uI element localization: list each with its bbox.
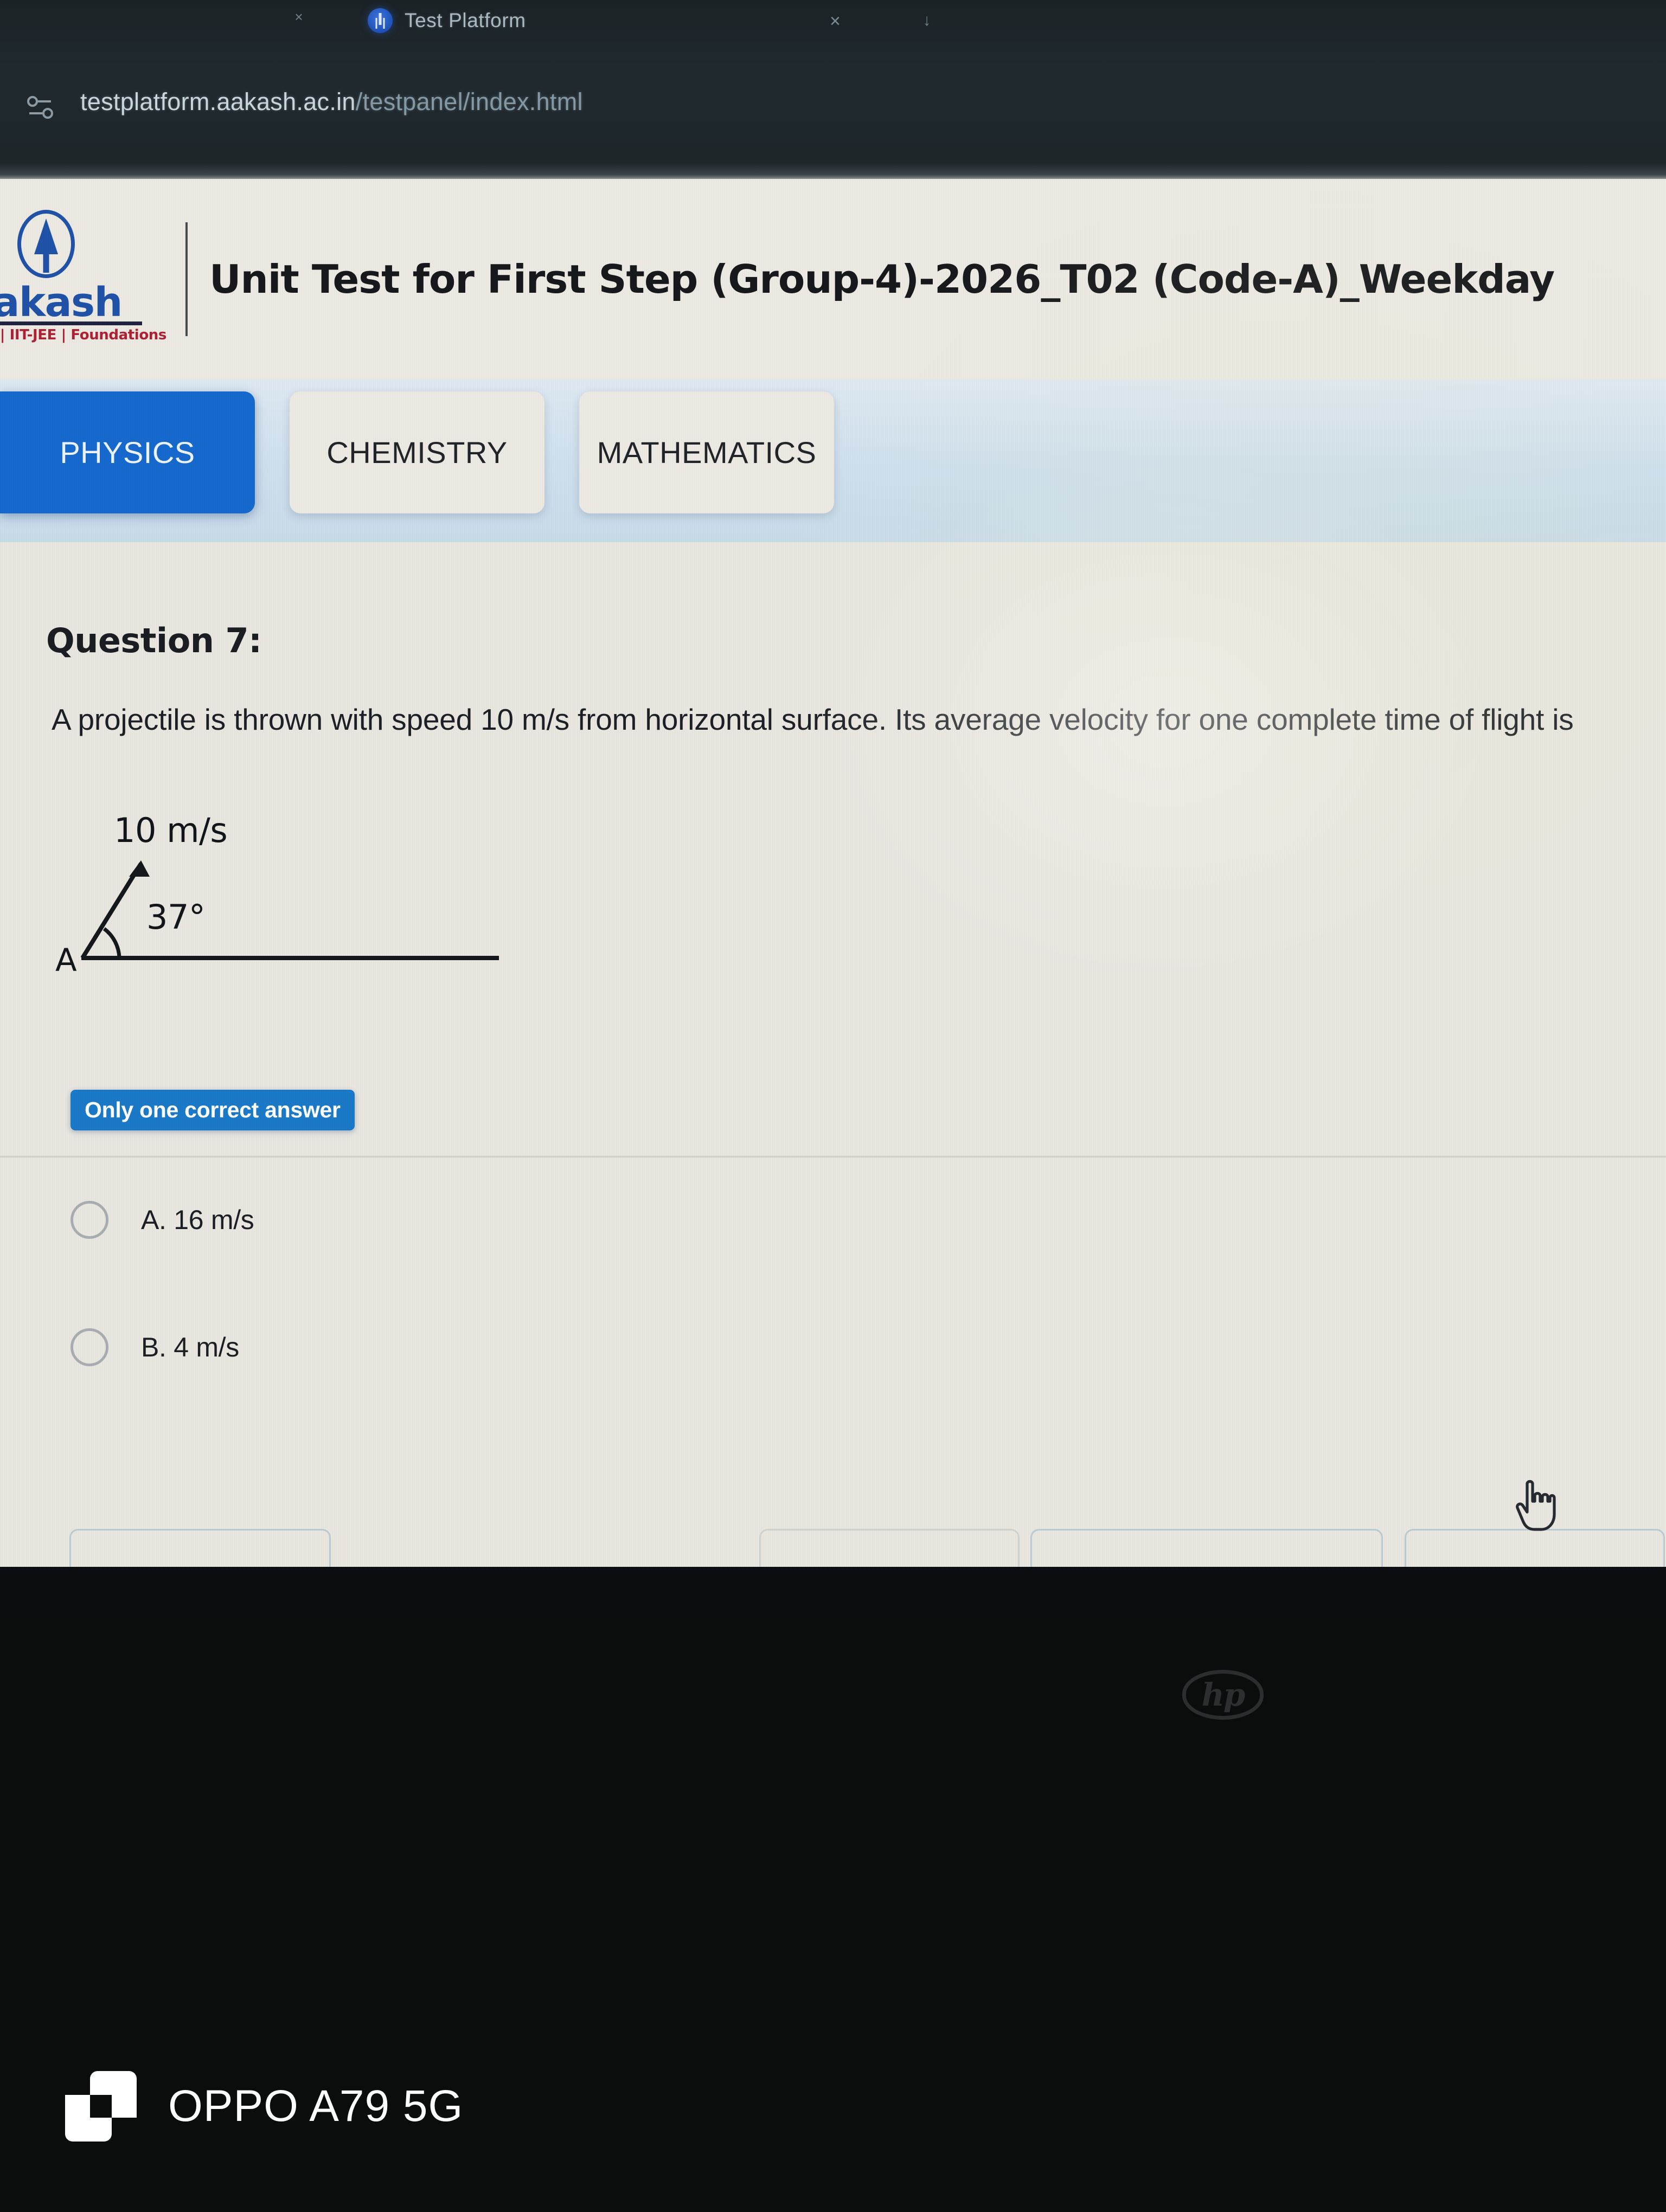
option-a[interactable]: A. 16 m/s bbox=[71, 1201, 254, 1239]
option-a-radio[interactable] bbox=[71, 1201, 108, 1239]
clear-button-label: Clear bbox=[860, 1566, 919, 1567]
aakash-wordmark: aakash bbox=[0, 279, 123, 326]
tab-mathematics[interactable]: MATHEMATICS bbox=[579, 391, 834, 513]
question-area: Question 7: A projectile is thrown with … bbox=[0, 542, 1666, 1507]
oppo-camera-icon bbox=[65, 2071, 137, 2142]
laptop-bezel-area: hp OPPO A79 5G bbox=[0, 1616, 1666, 2212]
url-path: /testpanel/index.html bbox=[355, 88, 583, 115]
option-b-label: B. 4 m/s bbox=[141, 1332, 239, 1362]
browser-chrome: × Test Platform × ← testplatform.aakash.… bbox=[0, 0, 1666, 179]
logo-rule bbox=[0, 321, 142, 325]
phone-photo-of-laptop-screen: × Test Platform × ← testplatform.aakash.… bbox=[0, 0, 1666, 2212]
tab-physics[interactable]: PHYSICS bbox=[0, 391, 255, 513]
mark-for-review-and-next-label: Mark for Review & Next bbox=[1077, 1566, 1337, 1567]
question-text: A projectile is thrown with speed 10 m/s… bbox=[52, 703, 1574, 736]
test-platform-page: aakash call | IIT-JEE | Foundations Unit… bbox=[0, 179, 1666, 1567]
chrome-page-seam bbox=[0, 163, 1666, 179]
browser-address-bar[interactable]: testplatform.aakash.ac.in/testpanel/inde… bbox=[0, 81, 1666, 152]
page-title: Unit Test for First Step (Group-4)-2026_… bbox=[209, 256, 1555, 302]
option-a-label: A. 16 m/s bbox=[141, 1205, 254, 1235]
oppo-watermark: OPPO A79 5G bbox=[65, 2071, 463, 2142]
diagram-vectors bbox=[80, 860, 499, 960]
mark-for-review-and-next-button[interactable]: Mark for Review & Next bbox=[1030, 1529, 1383, 1567]
clear-button[interactable]: Clear bbox=[759, 1529, 1020, 1567]
projectile-diagram: 10 m/s 37° A bbox=[55, 811, 553, 995]
tab-chemistry[interactable]: CHEMISTRY bbox=[290, 391, 544, 513]
browser-tab-test-platform[interactable]: Test Platform bbox=[358, 0, 536, 46]
background-tab-close-icon[interactable]: × bbox=[292, 10, 306, 24]
url-host: testplatform.aakash.ac.in bbox=[80, 88, 356, 115]
next-button-label: Next bbox=[1497, 1566, 1548, 1567]
subject-tabs-band: PHYSICS CHEMISTRY MATHEMATICS bbox=[0, 380, 1666, 542]
question-nav-bar: ‹ Previous Clear Mark for Review & Next … bbox=[0, 1510, 1666, 1567]
previous-button[interactable]: ‹ Previous bbox=[69, 1529, 331, 1567]
only-one-correct-answer-badge: Only one correct answer bbox=[71, 1090, 355, 1130]
aakash-flame-icon bbox=[17, 210, 75, 278]
site-settings-icon[interactable] bbox=[25, 94, 55, 120]
aakash-logo: aakash call | IIT-JEE | Foundations bbox=[0, 203, 166, 355]
option-b-radio[interactable] bbox=[71, 1328, 108, 1366]
address-bar-url[interactable]: testplatform.aakash.ac.in/testpanel/inde… bbox=[80, 88, 583, 116]
new-tab-icon[interactable]: ← bbox=[915, 13, 934, 29]
options-divider bbox=[0, 1156, 1666, 1158]
question-number: Question 7: bbox=[46, 621, 262, 660]
aakash-favicon-icon bbox=[368, 8, 393, 33]
hp-logo: hp bbox=[1182, 1670, 1264, 1720]
previous-button-label: Previous bbox=[165, 1566, 261, 1567]
subject-tabs: PHYSICS CHEMISTRY MATHEMATICS bbox=[0, 391, 834, 513]
option-b[interactable]: B. 4 m/s bbox=[71, 1328, 239, 1366]
browser-tab-strip: × Test Platform × ← bbox=[0, 0, 1666, 60]
pointer-hand-cursor bbox=[1513, 1477, 1562, 1537]
close-tab-icon[interactable]: × bbox=[830, 11, 841, 32]
site-header: aakash call | IIT-JEE | Foundations Unit… bbox=[0, 179, 1666, 380]
browser-tab-title: Test Platform bbox=[405, 9, 526, 31]
header-divider bbox=[185, 222, 188, 336]
oppo-watermark-label: OPPO A79 5G bbox=[168, 2081, 464, 2131]
aakash-tagline: call | IIT-JEE | Foundations bbox=[0, 327, 166, 343]
